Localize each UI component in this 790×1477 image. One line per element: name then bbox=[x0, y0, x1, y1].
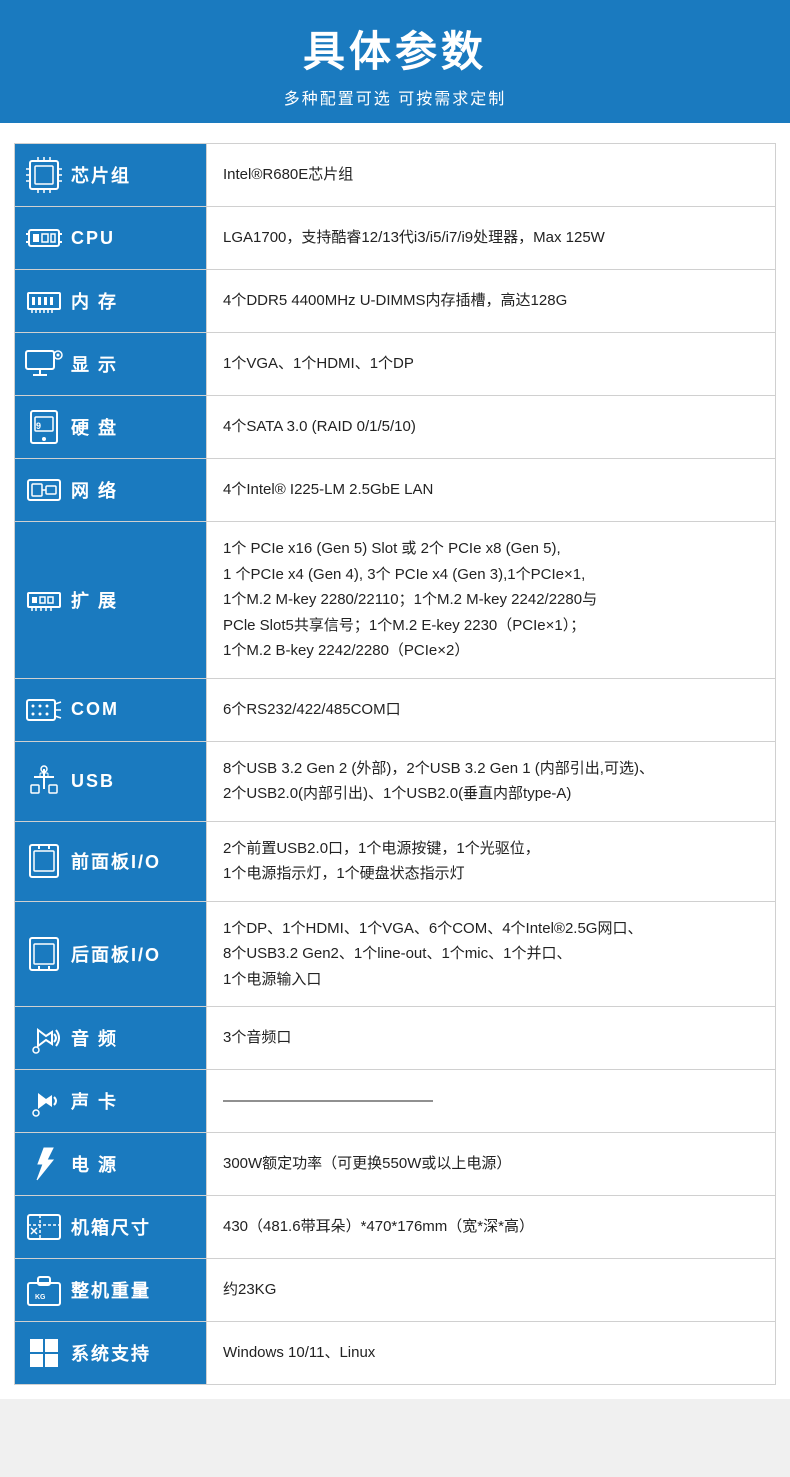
value-display: 1个VGA、1个HDMI、1个DP bbox=[207, 333, 776, 396]
value-memory: 4个DDR5 4400MHz U-DIMMS内存插槽，高达128G bbox=[207, 270, 776, 333]
label-network: 网 络 bbox=[15, 459, 207, 522]
label-storage: 9 硬 盘 bbox=[15, 396, 207, 459]
expansion-icon bbox=[25, 581, 63, 619]
value-sound-card: —————————————— bbox=[207, 1070, 776, 1133]
value-front-io: 2个前置USB2.0口，1个电源按键，1个光驱位，1个电源指示灯，1个硬盘状态指… bbox=[207, 821, 776, 901]
label-text-usb: USB bbox=[71, 771, 115, 792]
table-row: 显 示 1个VGA、1个HDMI、1个DP bbox=[15, 333, 776, 396]
value-expansion: 1个 PCIe x16 (Gen 5) Slot 或 2个 PCIe x8 (G… bbox=[207, 522, 776, 679]
table-row: 声 卡 —————————————— bbox=[15, 1070, 776, 1133]
table-row: 9 硬 盘4个SATA 3.0 (RAID 0/1/5/10) bbox=[15, 396, 776, 459]
label-front-io: 前面板I/O bbox=[15, 821, 207, 901]
label-text-front-io: 前面板I/O bbox=[71, 848, 161, 874]
value-audio: 3个音频口 bbox=[207, 1007, 776, 1070]
label-chassis: 机箱尺寸 bbox=[15, 1196, 207, 1259]
table-row: 电 源 300W额定功率（可更换550W或以上电源） bbox=[15, 1133, 776, 1196]
table-row: CPU LGA1700，支持酷睿12/13代i3/i5/i7/i9处理器，Max … bbox=[15, 207, 776, 270]
chipset-icon bbox=[25, 156, 63, 194]
table-row: 网 络 4个Intel® I225-LM 2.5GbE LAN bbox=[15, 459, 776, 522]
label-text-com: COM bbox=[71, 699, 119, 720]
value-cpu: LGA1700，支持酷睿12/13代i3/i5/i7/i9处理器，Max 125… bbox=[207, 207, 776, 270]
page-subtitle: 多种配置可选 可按需求定制 bbox=[10, 85, 780, 109]
label-text-memory: 内 存 bbox=[71, 288, 118, 314]
label-text-chipset: 芯片组 bbox=[71, 162, 131, 188]
value-usb: 8个USB 3.2 Gen 2 (外部)，2个USB 3.2 Gen 1 (内部… bbox=[207, 741, 776, 821]
label-sound-card: 声 卡 bbox=[15, 1070, 207, 1133]
label-text-rear-io: 后面板I/O bbox=[71, 941, 161, 967]
value-weight: 约23KG bbox=[207, 1259, 776, 1322]
value-com: 6个RS232/422/485COM口 bbox=[207, 678, 776, 741]
value-chassis: 430（481.6带耳朵）*470*176mm（宽*深*高） bbox=[207, 1196, 776, 1259]
label-chipset: 芯片组 bbox=[15, 144, 207, 207]
page-title: 具体参数 bbox=[10, 18, 780, 79]
storage-icon: 9 bbox=[25, 408, 63, 446]
label-display: 显 示 bbox=[15, 333, 207, 396]
label-text-sound-card: 声 卡 bbox=[71, 1088, 118, 1114]
label-power: 电 源 bbox=[15, 1133, 207, 1196]
table-row: 扩 展 1个 PCIe x16 (Gen 5) Slot 或 2个 PCIe x8… bbox=[15, 522, 776, 679]
svg-text:9: 9 bbox=[36, 421, 41, 431]
label-cpu: CPU bbox=[15, 207, 207, 270]
value-power: 300W额定功率（可更换550W或以上电源） bbox=[207, 1133, 776, 1196]
power-icon bbox=[25, 1145, 63, 1183]
header: 具体参数 多种配置可选 可按需求定制 bbox=[0, 0, 790, 123]
label-text-cpu: CPU bbox=[71, 228, 115, 249]
label-text-os: 系统支持 bbox=[71, 1340, 151, 1366]
usb-icon bbox=[25, 762, 63, 800]
audio-icon bbox=[25, 1019, 63, 1057]
com-icon bbox=[25, 691, 63, 729]
network-icon bbox=[25, 471, 63, 509]
label-expansion: 扩 展 bbox=[15, 522, 207, 679]
table-row: 内 存 4个DDR5 4400MHz U-DIMMS内存插槽，高达128G bbox=[15, 270, 776, 333]
spec-content: 芯片组 Intel®R680E芯片组 CPU LGA1700，支持酷睿12/13代i… bbox=[0, 123, 790, 1399]
memory-icon bbox=[25, 282, 63, 320]
label-text-audio: 音 频 bbox=[71, 1025, 118, 1051]
table-row: 前面板I/O 2个前置USB2.0口，1个电源按键，1个光驱位，1个电源指示灯，1… bbox=[15, 821, 776, 901]
spec-table: 芯片组 Intel®R680E芯片组 CPU LGA1700，支持酷睿12/13代i… bbox=[14, 143, 776, 1385]
label-os: 系统支持 bbox=[15, 1322, 207, 1385]
label-text-storage: 硬 盘 bbox=[71, 414, 118, 440]
value-network: 4个Intel® I225-LM 2.5GbE LAN bbox=[207, 459, 776, 522]
label-memory: 内 存 bbox=[15, 270, 207, 333]
label-text-weight: 整机重量 bbox=[71, 1277, 151, 1303]
label-weight: KG 整机重量 bbox=[15, 1259, 207, 1322]
label-text-network: 网 络 bbox=[71, 477, 118, 503]
value-rear-io: 1个DP、1个HDMI、1个VGA、6个COM、4个Intel®2.5G网口、8… bbox=[207, 901, 776, 1007]
label-text-display: 显 示 bbox=[71, 351, 118, 377]
chassis-icon bbox=[25, 1208, 63, 1246]
table-row: 机箱尺寸 430（481.6带耳朵）*470*176mm（宽*深*高） bbox=[15, 1196, 776, 1259]
table-row: COM 6个RS232/422/485COM口 bbox=[15, 678, 776, 741]
label-rear-io: 后面板I/O bbox=[15, 901, 207, 1007]
label-audio: 音 频 bbox=[15, 1007, 207, 1070]
table-row: 后面板I/O 1个DP、1个HDMI、1个VGA、6个COM、4个Intel®2.… bbox=[15, 901, 776, 1007]
front-io-icon bbox=[25, 842, 63, 880]
table-row: 音 频 3个音频口 bbox=[15, 1007, 776, 1070]
rear-io-icon bbox=[25, 935, 63, 973]
value-os: Windows 10/11、Linux bbox=[207, 1322, 776, 1385]
label-com: COM bbox=[15, 678, 207, 741]
value-storage: 4个SATA 3.0 (RAID 0/1/5/10) bbox=[207, 396, 776, 459]
label-text-power: 电 源 bbox=[71, 1151, 118, 1177]
label-text-chassis: 机箱尺寸 bbox=[71, 1214, 151, 1240]
os-icon bbox=[25, 1334, 63, 1372]
svg-text:KG: KG bbox=[35, 1294, 46, 1301]
table-row: USB 8个USB 3.2 Gen 2 (外部)，2个USB 3.2 Gen 1 … bbox=[15, 741, 776, 821]
display-icon bbox=[25, 345, 63, 383]
label-text-expansion: 扩 展 bbox=[71, 587, 118, 613]
table-row: 系统支持 Windows 10/11、Linux bbox=[15, 1322, 776, 1385]
table-row: KG 整机重量约23KG bbox=[15, 1259, 776, 1322]
label-usb: USB bbox=[15, 741, 207, 821]
sound-card-icon bbox=[25, 1082, 63, 1120]
cpu-icon bbox=[25, 219, 63, 257]
weight-icon: KG bbox=[25, 1271, 63, 1309]
table-row: 芯片组 Intel®R680E芯片组 bbox=[15, 144, 776, 207]
value-chipset: Intel®R680E芯片组 bbox=[207, 144, 776, 207]
